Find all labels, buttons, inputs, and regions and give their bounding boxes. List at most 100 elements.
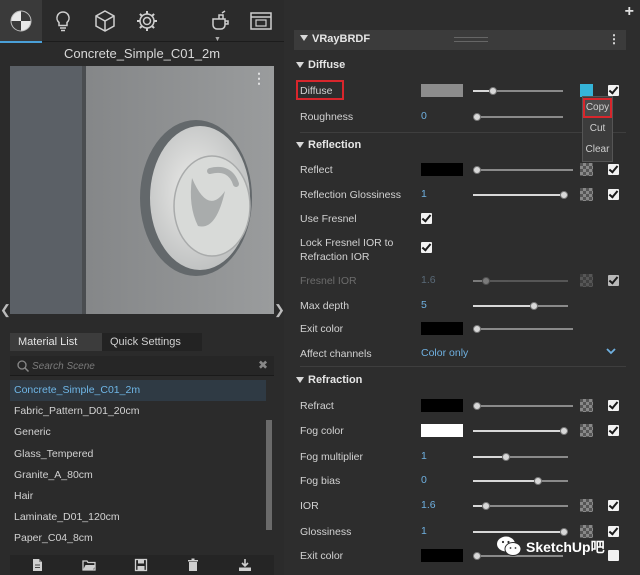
ior-texture-map-button[interactable] bbox=[580, 499, 593, 512]
refract-checkbox[interactable] bbox=[608, 400, 619, 411]
tab-materials[interactable] bbox=[0, 0, 42, 43]
exit-color-reflection-slider[interactable] bbox=[473, 325, 573, 333]
layer-options-icon[interactable]: ⋮ bbox=[608, 32, 620, 46]
slider-knob[interactable] bbox=[482, 277, 490, 285]
reflection-glossiness-value[interactable]: 1 bbox=[421, 188, 427, 200]
slider-track[interactable] bbox=[473, 116, 563, 118]
tab-lights[interactable] bbox=[42, 0, 84, 42]
material-list-item[interactable]: Glass_Tempered bbox=[10, 444, 266, 465]
collapse-left-arrow-icon[interactable]: ❮ bbox=[0, 302, 11, 318]
slider-track[interactable] bbox=[473, 169, 573, 171]
slider-knob[interactable] bbox=[502, 453, 510, 461]
chevron-down-icon[interactable]: ▼ bbox=[214, 36, 221, 43]
material-list-item[interactable]: Fabric_Pattern_D01_20cm bbox=[10, 401, 266, 422]
material-list-item[interactable]: Hair bbox=[10, 486, 266, 507]
slider-knob[interactable] bbox=[473, 325, 481, 333]
brdf-layer-header[interactable]: VRayBRDF ⋮ bbox=[294, 30, 626, 50]
context-menu-copy[interactable]: Copy bbox=[583, 98, 612, 118]
material-list-item[interactable]: Concrete_Simple_C01_2m bbox=[10, 380, 266, 402]
slider-knob[interactable] bbox=[534, 477, 542, 485]
tab-material-list[interactable]: Material List bbox=[10, 333, 102, 351]
diffuse-label-highlight bbox=[296, 80, 344, 100]
delete-icon[interactable] bbox=[186, 558, 200, 572]
slider-knob[interactable] bbox=[530, 302, 538, 310]
fresnel-ior-slider[interactable] bbox=[473, 277, 568, 285]
diffuse-slider[interactable] bbox=[473, 87, 563, 95]
roughness-slider[interactable] bbox=[473, 113, 563, 121]
fog-color-color-swatch[interactable] bbox=[421, 424, 463, 437]
refract-color-swatch[interactable] bbox=[421, 399, 463, 412]
tab-frame-buffer[interactable] bbox=[240, 0, 282, 42]
section-reflection[interactable]: Reflection bbox=[294, 137, 626, 155]
apply-to-scene-icon[interactable] bbox=[238, 558, 252, 572]
lock-fresnel-checkbox[interactable] bbox=[421, 242, 432, 253]
slider-track[interactable] bbox=[473, 328, 573, 330]
reflect-color-swatch[interactable] bbox=[421, 163, 463, 176]
slider-knob[interactable] bbox=[489, 87, 497, 95]
tab-geometry[interactable] bbox=[84, 0, 126, 42]
open-folder-icon[interactable] bbox=[82, 558, 96, 572]
chevron-down-icon[interactable] bbox=[606, 346, 616, 356]
reflection-glossiness-texture-map-button[interactable] bbox=[580, 188, 593, 201]
slider-knob[interactable] bbox=[560, 191, 568, 199]
max-depth-slider[interactable] bbox=[473, 302, 568, 310]
context-menu-cut[interactable]: Cut bbox=[583, 119, 612, 139]
add-layer-button[interactable]: + bbox=[625, 4, 634, 20]
max-depth-value[interactable]: 5 bbox=[421, 299, 427, 311]
tab-settings[interactable] bbox=[126, 0, 168, 42]
collapse-right-arrow-icon[interactable]: ❯ bbox=[274, 302, 285, 318]
section-refraction[interactable]: Refraction bbox=[294, 372, 626, 390]
refract-texture-map-button[interactable] bbox=[580, 399, 593, 412]
use-fresnel-checkbox[interactable] bbox=[421, 213, 432, 224]
diffuse-color-swatch[interactable] bbox=[421, 84, 463, 97]
exit-color-refraction-color-swatch[interactable] bbox=[421, 549, 463, 562]
material-list-item[interactable]: Laminate_D01_120cm bbox=[10, 507, 266, 528]
fresnel-ior-checkbox[interactable] bbox=[608, 275, 619, 286]
diffuse-checkbox[interactable] bbox=[608, 85, 619, 96]
tab-interactive-render[interactable] bbox=[200, 0, 242, 42]
slider-knob[interactable] bbox=[560, 427, 568, 435]
reflect-checkbox[interactable] bbox=[608, 164, 619, 175]
clear-search-icon[interactable]: ✖ bbox=[258, 358, 268, 372]
reflection-glossiness-slider[interactable] bbox=[473, 191, 568, 199]
fog-multiplier-slider[interactable] bbox=[473, 453, 568, 461]
list-scrollbar-thumb[interactable] bbox=[266, 420, 272, 530]
glossiness-value[interactable]: 1 bbox=[421, 525, 427, 537]
material-preview: ⋮ bbox=[10, 66, 274, 328]
ior-slider[interactable] bbox=[473, 502, 568, 510]
fresnel-ior-texture-map-button[interactable] bbox=[580, 274, 593, 287]
context-menu-clear[interactable]: Clear bbox=[583, 140, 612, 160]
tab-quick-settings[interactable]: Quick Settings bbox=[102, 333, 202, 351]
slider-knob[interactable] bbox=[473, 113, 481, 121]
fog-multiplier-value[interactable]: 1 bbox=[421, 450, 427, 462]
roughness-value[interactable]: 0 bbox=[421, 110, 427, 122]
drag-handle-icon[interactable] bbox=[454, 37, 488, 42]
fog-color-texture-map-button[interactable] bbox=[580, 424, 593, 437]
refract-slider[interactable] bbox=[473, 402, 573, 410]
fog-bias-value[interactable]: 0 bbox=[421, 474, 427, 486]
preview-options-icon[interactable]: ⋮ bbox=[252, 70, 266, 87]
exit-color-reflection-color-swatch[interactable] bbox=[421, 322, 463, 335]
fog-bias-slider[interactable] bbox=[473, 477, 568, 485]
new-file-icon[interactable] bbox=[30, 558, 44, 572]
material-list-item[interactable]: Granite_A_80cm bbox=[10, 465, 266, 486]
slider-knob[interactable] bbox=[473, 166, 481, 174]
slider-knob[interactable] bbox=[482, 502, 490, 510]
ior-value[interactable]: 1.6 bbox=[421, 499, 436, 511]
fog-color-checkbox[interactable] bbox=[608, 425, 619, 436]
reflection-glossiness-checkbox[interactable] bbox=[608, 189, 619, 200]
slider-knob[interactable] bbox=[473, 552, 481, 560]
search-input[interactable] bbox=[32, 359, 252, 373]
save-icon[interactable] bbox=[134, 558, 148, 572]
affect-channels-value[interactable]: Color only bbox=[421, 347, 468, 359]
material-list-item[interactable]: Paper_C04_8cm bbox=[10, 528, 266, 549]
section-diffuse[interactable]: Diffuse bbox=[294, 57, 626, 75]
ior-checkbox[interactable] bbox=[608, 500, 619, 511]
material-list-item[interactable]: Generic bbox=[10, 422, 266, 443]
fresnel-ior-value[interactable]: 1.6 bbox=[421, 274, 436, 286]
reflect-slider[interactable] bbox=[473, 166, 573, 174]
fog-color-slider[interactable] bbox=[473, 427, 568, 435]
reflect-texture-map-button[interactable] bbox=[580, 163, 593, 176]
slider-knob[interactable] bbox=[473, 402, 481, 410]
slider-track[interactable] bbox=[473, 405, 573, 407]
